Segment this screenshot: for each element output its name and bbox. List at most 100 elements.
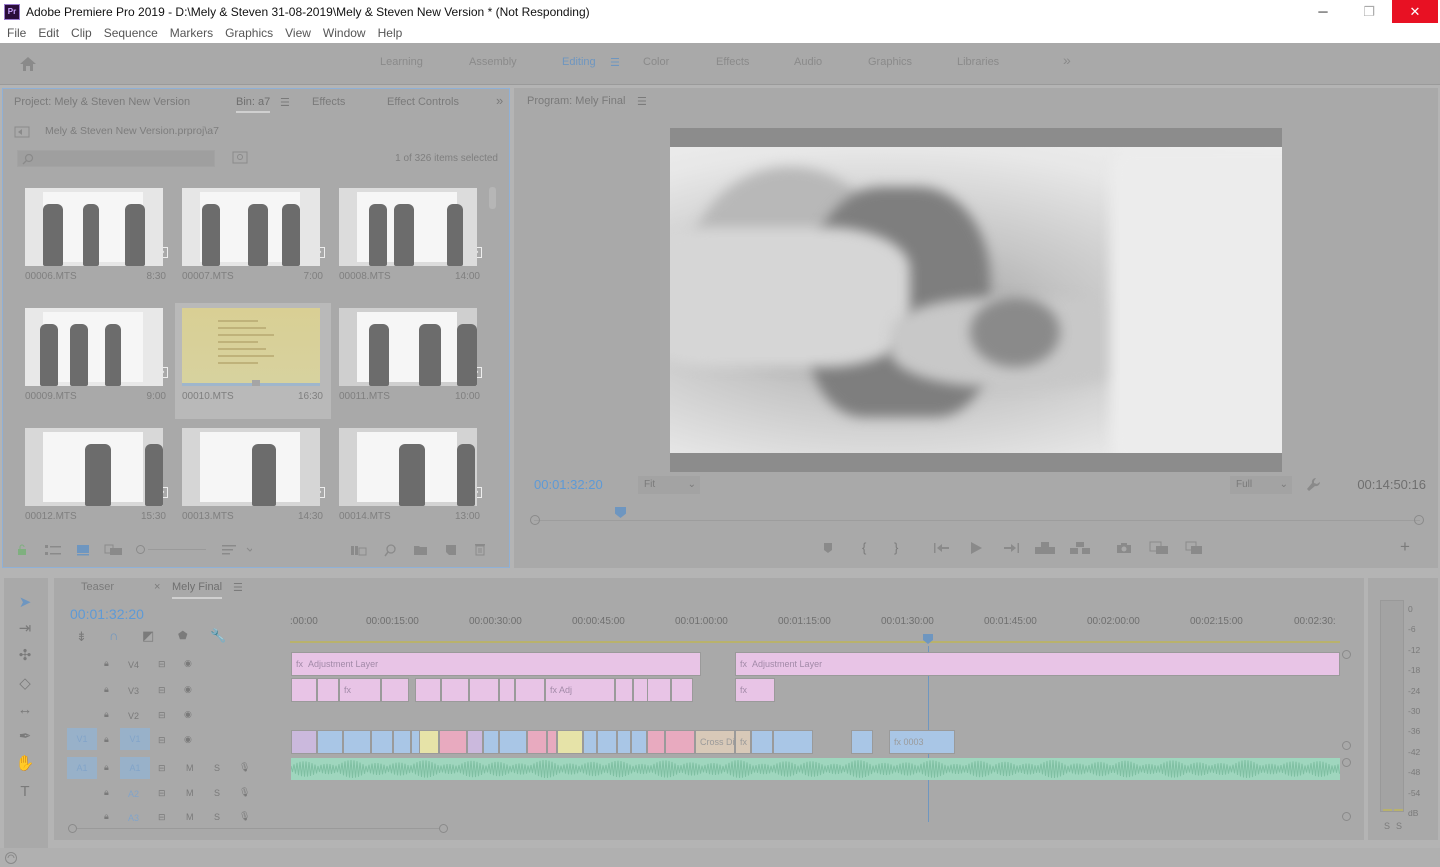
icon-view-icon[interactable] [76, 544, 90, 556]
program-current-timecode[interactable]: 00:01:32:20 [534, 477, 603, 492]
menu-markers[interactable]: Markers [170, 26, 213, 40]
mute-button[interactable]: M [186, 788, 194, 798]
mute-button[interactable]: M [186, 812, 194, 822]
playhead[interactable] [615, 507, 626, 518]
source-patch-v1[interactable]: V1 [67, 728, 97, 750]
track-select-tool-icon[interactable]: ⇥ [14, 617, 36, 639]
folder-up-icon[interactable] [14, 125, 30, 138]
mute-button[interactable]: M [186, 763, 194, 773]
bin-clip-thumbnail[interactable]: ⇹00012.MTS15:30 [18, 423, 174, 523]
timeline-zoom-scrollbar[interactable] [68, 824, 448, 834]
razor-tool-icon[interactable]: ◇ [14, 672, 36, 694]
video-clip[interactable] [483, 730, 499, 754]
new-item-icon[interactable] [444, 544, 458, 556]
lock-icon[interactable] [16, 544, 28, 556]
adjustment-layer-clip[interactable] [499, 678, 515, 702]
pen-tool-icon[interactable]: ✒ [14, 725, 36, 747]
sync-lock-icon[interactable]: ⊟ [158, 788, 166, 799]
new-bin-icon[interactable] [413, 544, 428, 556]
play-icon[interactable] [969, 541, 983, 555]
eye-icon[interactable]: ◉ [184, 734, 192, 745]
workspace-menu-icon[interactable]: ☰ [610, 56, 620, 69]
track-label-a2[interactable]: A2 [128, 789, 139, 799]
video-clip[interactable] [371, 730, 393, 754]
bin-clip-thumbnail[interactable]: ⇹00006.MTS8:30 [18, 183, 174, 299]
button-editor-icon[interactable]: + [1400, 537, 1410, 557]
program-video-frame[interactable] [670, 128, 1282, 472]
video-clip[interactable] [547, 730, 557, 754]
video-clip[interactable] [317, 730, 343, 754]
lock-icon[interactable]: 🔒︎ [104, 787, 109, 798]
eye-icon[interactable]: ◉ [184, 658, 192, 669]
go-to-in-icon[interactable] [934, 542, 950, 554]
mic-icon[interactable]: 🎙︎ [239, 811, 250, 822]
tab-effect-controls[interactable]: Effect Controls [387, 96, 459, 108]
tab-project[interactable]: Project: Mely & Steven New Version [14, 96, 190, 108]
type-tool-icon[interactable]: T [14, 780, 36, 802]
bin-clip-thumbnail[interactable]: ⇹00013.MTS14:30 [175, 423, 331, 523]
adjustment-layer-clip[interactable] [647, 678, 671, 702]
mic-icon[interactable]: 🎙︎ [239, 787, 250, 798]
meter-solo-button[interactable]: S [1384, 821, 1390, 831]
workspace-color[interactable]: Color [643, 56, 669, 68]
program-scrub-bar[interactable] [530, 507, 1424, 527]
eye-icon[interactable]: ◉ [184, 684, 192, 695]
wrench-icon[interactable] [1306, 477, 1321, 492]
video-clip[interactable] [631, 730, 647, 754]
video-scroll-handle[interactable] [1342, 650, 1351, 659]
sync-status-icon[interactable] [4, 851, 18, 865]
video-clip[interactable] [617, 730, 631, 754]
video-clip[interactable]: Cross Di [695, 730, 735, 754]
video-clip[interactable] [665, 730, 695, 754]
video-clip[interactable] [557, 730, 583, 754]
video-clip[interactable] [751, 730, 773, 754]
track-label-a1[interactable]: A1 [120, 757, 150, 779]
audio-clip-a1[interactable] [291, 758, 1340, 780]
meter-solo-button[interactable]: S [1396, 821, 1402, 831]
bin-clip-thumbnail[interactable]: ⇹00011.MTS10:00 [332, 303, 488, 419]
sync-lock-icon[interactable]: ⊟ [158, 710, 166, 721]
close-button[interactable]: ✕ [1392, 0, 1438, 23]
extract-icon[interactable] [1070, 541, 1090, 555]
tab-mely-final[interactable]: Mely Final [172, 581, 223, 599]
bin-menu-icon[interactable]: ☰ [280, 96, 290, 109]
trash-icon[interactable] [474, 543, 486, 556]
adjustment-layer-clip[interactable] [381, 678, 409, 702]
video-clip[interactable] [647, 730, 665, 754]
lock-icon[interactable]: 🔒︎ [104, 811, 109, 822]
add-marker-timeline-icon[interactable]: ⬟ [178, 629, 188, 642]
list-view-icon[interactable] [45, 545, 61, 556]
sort-icons-icon[interactable] [222, 544, 252, 556]
minimize-button[interactable]: ─ [1300, 0, 1346, 23]
video-clip[interactable] [773, 730, 813, 754]
bin-clip-thumbnail[interactable]: ⇹00007.MTS7:00 [175, 183, 331, 299]
tab-bin-a7[interactable]: Bin: a7 [236, 96, 271, 113]
workspace-graphics[interactable]: Graphics [868, 56, 912, 68]
program-menu-icon[interactable]: ☰ [637, 95, 647, 108]
eye-icon[interactable]: ◉ [184, 709, 192, 720]
maximize-button[interactable]: ❐ [1346, 0, 1392, 23]
menu-graphics[interactable]: Graphics [225, 26, 273, 40]
adjustment-layer-clip[interactable] [615, 678, 633, 702]
solo-button[interactable]: S [214, 812, 220, 822]
lock-icon[interactable]: 🔒︎ [104, 684, 109, 695]
find-icon[interactable] [232, 151, 248, 164]
sync-lock-icon[interactable]: ⊟ [158, 659, 166, 670]
adjustment-layer-clip[interactable]: fx Adjustment Layer [735, 652, 1340, 676]
bin-clip-thumbnail[interactable]: ⇹00008.MTS14:00 [332, 183, 488, 299]
track-label-v4[interactable]: V4 [128, 660, 139, 670]
video-clip[interactable]: fx 0003 [889, 730, 955, 754]
sync-lock-icon[interactable]: ⊟ [158, 685, 166, 696]
timeline-tracks[interactable]: fx Adjustment Layer fx Adjustment Layer … [291, 652, 1344, 822]
comparison-view-icon[interactable] [1149, 541, 1169, 555]
panel-more-button[interactable]: » [496, 93, 503, 108]
playback-resolution-select[interactable]: Full ⌄ [1230, 476, 1292, 494]
menu-sequence[interactable]: Sequence [104, 26, 158, 40]
adjustment-layer-clip[interactable]: fx [735, 678, 775, 702]
adjustment-layer-clip[interactable] [671, 678, 693, 702]
ripple-edit-tool-icon[interactable]: ✣ [14, 644, 36, 666]
workspace-effects[interactable]: Effects [716, 56, 749, 68]
go-to-out-icon[interactable] [1003, 542, 1019, 554]
mark-out-icon[interactable]: } [894, 540, 898, 555]
video-clip[interactable]: fx [735, 730, 751, 754]
